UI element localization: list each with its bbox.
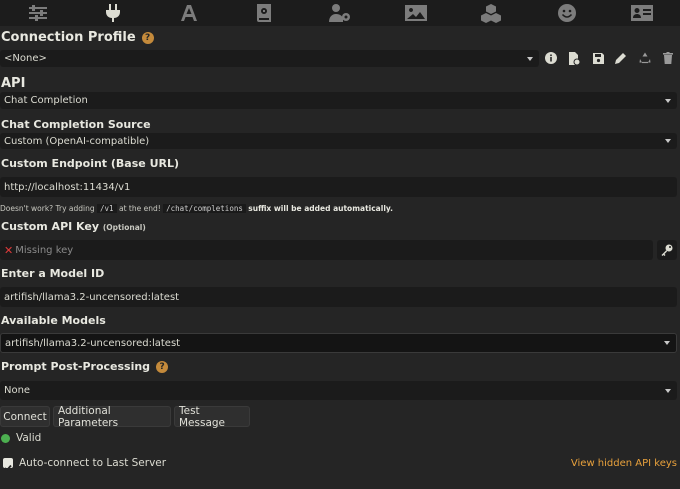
chat-completion-source-select[interactable]: Custom (OpenAI-compatible) (0, 133, 677, 149)
help-icon[interactable]: ? (141, 32, 154, 44)
pencil-icon[interactable] (613, 50, 629, 66)
endpoint-hint-code-chat: /chat/completions (163, 204, 246, 213)
model-id-input[interactable]: artifish/llama3.2-uncensored:latest (0, 287, 677, 307)
post-processing-value: None (4, 385, 31, 396)
chevron-down-icon (665, 139, 671, 143)
user-gear-icon[interactable] (326, 2, 354, 24)
help-icon[interactable]: ? (156, 361, 169, 373)
post-processing-select[interactable]: None (0, 381, 677, 400)
custom-api-key-input[interactable]: ✕ Missing key (0, 240, 653, 260)
auto-connect-checkbox[interactable] (3, 458, 13, 472)
chat-completion-source-heading: Chat Completion Source (1, 118, 151, 131)
api-value: Chat Completion (4, 95, 88, 106)
model-id-heading: Enter a Model ID (1, 267, 105, 280)
endpoint-hint-suffix: suffix will be added automatically. (248, 204, 393, 213)
custom-endpoint-heading: Custom Endpoint (Base URL) (1, 157, 180, 170)
smile-icon[interactable] (553, 2, 581, 24)
custom-api-key-title: Custom API Key (1, 220, 100, 233)
chevron-down-icon (664, 341, 670, 345)
optional-label: (Optional) (102, 223, 146, 232)
connection-profile-select[interactable]: <None> (0, 50, 539, 67)
chat-completion-source-value: Custom (OpenAI-compatible) (4, 135, 150, 147)
endpoint-hint: Doesn't work? Try adding /v1 at the end!… (0, 204, 393, 213)
connect-button[interactable]: Connect (0, 406, 50, 427)
endpoint-hint-code-v1: /v1 (97, 204, 117, 213)
cubes-icon[interactable] (477, 2, 505, 24)
info-icon[interactable] (543, 50, 559, 66)
post-processing-title: Prompt Post-Processing (1, 360, 151, 373)
additional-parameters-button[interactable]: Additional Parameters (53, 405, 171, 429)
test-message-button[interactable]: Test Message (174, 405, 250, 429)
recycle-icon[interactable] (637, 50, 653, 66)
endpoint-hint-prefix: Doesn't work? Try adding (0, 204, 95, 213)
chevron-down-icon (527, 56, 533, 61)
connection-profile-value: <None> (4, 53, 47, 64)
api-heading: API (1, 76, 26, 91)
image-icon[interactable] (402, 2, 430, 24)
custom-endpoint-value: http://localhost:11434/v1 (4, 181, 131, 193)
chevron-down-icon (665, 388, 671, 393)
api-select[interactable]: Chat Completion (0, 92, 677, 109)
key-icon (661, 244, 673, 256)
id-card-icon[interactable] (628, 2, 656, 24)
plug-icon[interactable] (99, 2, 127, 24)
auto-connect-label: Auto-connect to Last Server (19, 457, 167, 469)
available-models-value: artifish/llama3.2-uncensored:latest (5, 337, 181, 349)
endpoint-hint-middle: at the end! (118, 204, 161, 213)
available-models-heading: Available Models (1, 314, 106, 327)
close-icon: ✕ (4, 243, 14, 257)
status-indicator-icon (1, 434, 10, 443)
view-hidden-api-keys-link[interactable]: View hidden API keys (571, 458, 677, 469)
available-models-select[interactable]: artifish/llama3.2-uncensored:latest (0, 333, 677, 353)
post-processing-heading: Prompt Post-Processing? (1, 360, 169, 373)
key-button[interactable] (657, 240, 677, 260)
check-icon (4, 464, 12, 472)
save-icon[interactable] (590, 50, 606, 66)
status-label: Valid (16, 432, 42, 444)
custom-api-key-heading: Custom API Key (Optional) (1, 220, 146, 233)
file-import-icon[interactable] (566, 50, 582, 66)
book-icon[interactable] (250, 2, 278, 24)
custom-endpoint-input[interactable]: http://localhost:11434/v1 (0, 177, 677, 197)
top-navigation (0, 0, 680, 26)
trash-icon[interactable] (660, 50, 676, 66)
font-icon[interactable] (175, 2, 203, 24)
api-key-placeholder: Missing key (15, 244, 74, 256)
sliders-icon[interactable] (24, 2, 52, 24)
connection-profile-heading: Connection Profile? (1, 30, 154, 45)
chevron-down-icon (665, 98, 671, 103)
model-id-value: artifish/llama3.2-uncensored:latest (4, 291, 180, 303)
